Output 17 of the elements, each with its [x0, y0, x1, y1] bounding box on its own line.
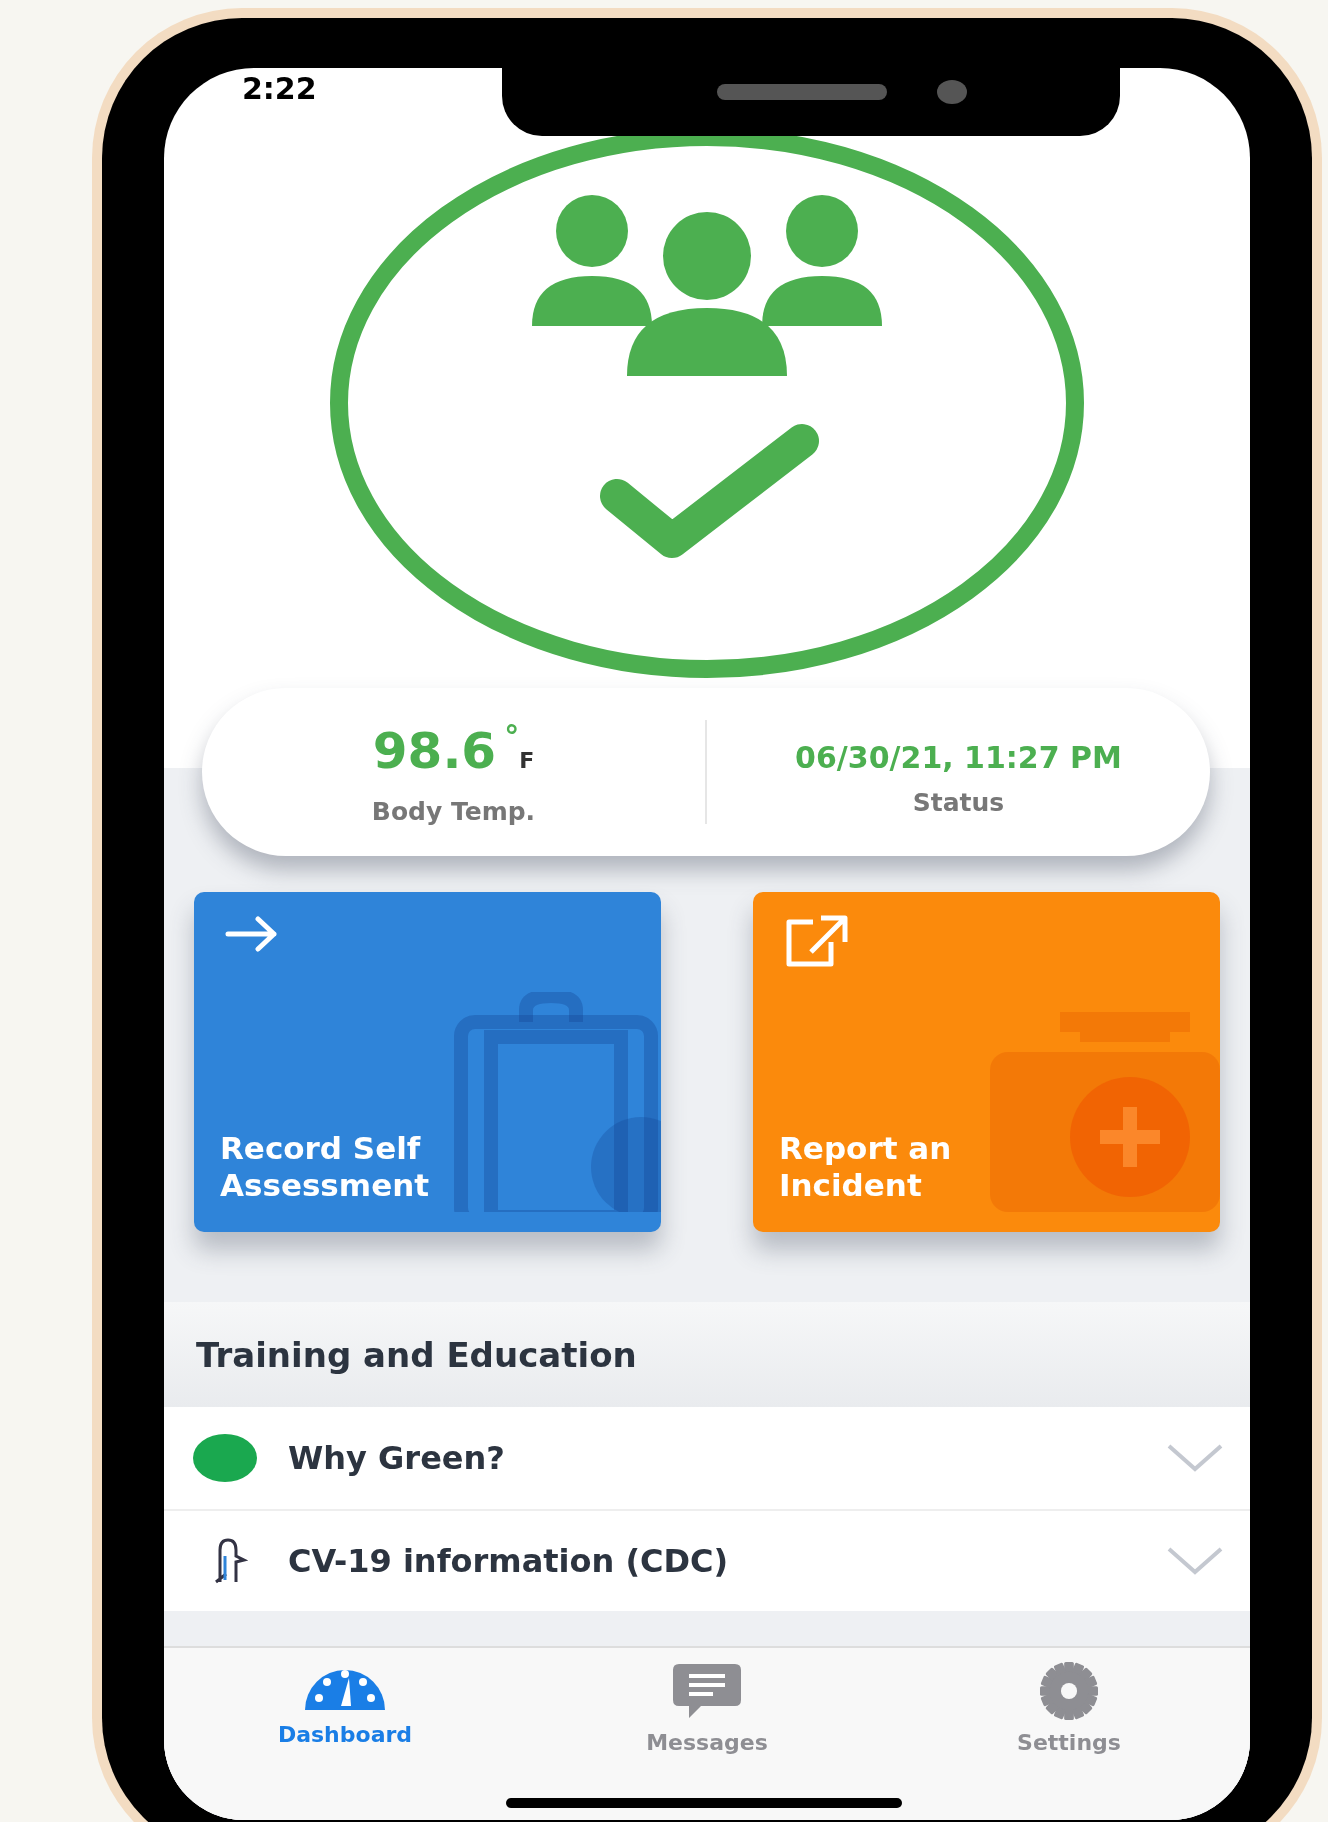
status-time: 2:22: [242, 70, 317, 108]
action-tile[interactable]: Report an Incident: [753, 892, 1220, 1232]
vital-label: Status: [911, 786, 1006, 819]
status-dot-icon: [192, 1433, 258, 1483]
status-datetime: 06/30/21, 11:27 PM: [795, 739, 1122, 775]
temperature-value: 98.6: [372, 721, 497, 780]
tab-item[interactable]: Dashboard: [164, 1648, 526, 1820]
vital-label: Body Temp.: [370, 795, 537, 828]
accordion-item[interactable]: CV-19 information (CDC): [164, 1509, 1250, 1611]
accordion-item[interactable]: Why Green?: [164, 1407, 1250, 1509]
tab-item[interactable]: Settings: [888, 1648, 1250, 1820]
arrow-right-icon: [224, 914, 280, 954]
action-tile[interactable]: Record Self Assessment: [194, 892, 661, 1232]
degree-sign: °: [504, 718, 520, 754]
chat-bubble-icon: [671, 1662, 743, 1720]
temperature-unit: F: [519, 747, 535, 773]
section-title: Training and Education: [196, 1334, 638, 1377]
